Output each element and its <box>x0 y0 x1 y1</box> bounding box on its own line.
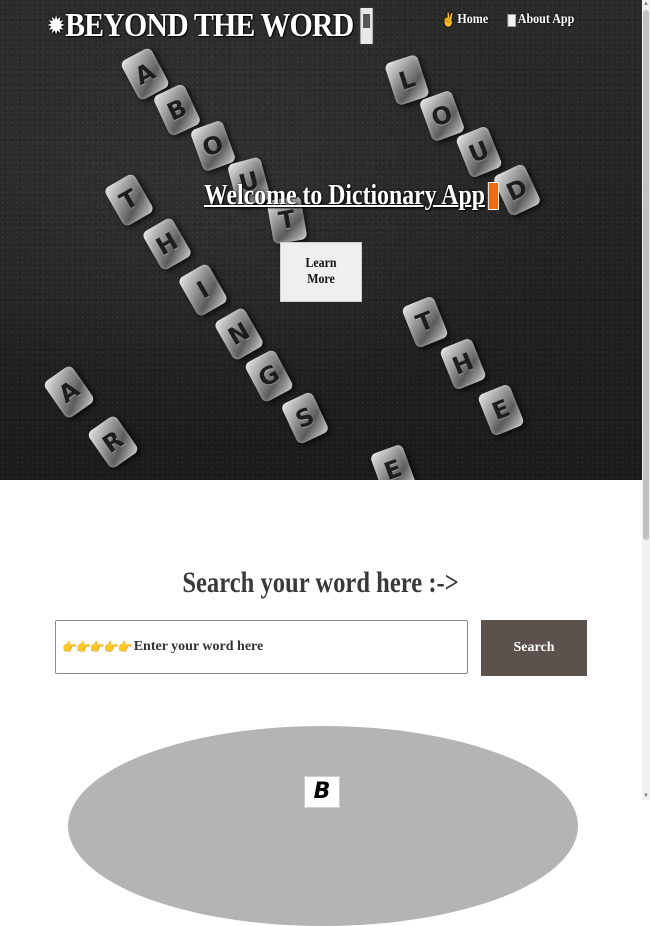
search-button[interactable]: Search <box>481 620 587 676</box>
app-logo-letter: B <box>313 779 331 804</box>
pointing-hands-icon: 👉👉👉👉👉 <box>62 639 133 654</box>
hero-banner: A B O U T L O U D T H I N G S T H E A R … <box>0 0 642 480</box>
nav-about-link[interactable]: About App <box>507 12 575 28</box>
hand-pointer-icon: ✌ <box>442 12 456 27</box>
brand-title: BEYOND THE WORD <box>65 7 354 44</box>
footer-ellipse <box>68 726 578 926</box>
orange-book-icon <box>487 182 499 210</box>
scroll-up-arrow-icon[interactable]: ▲ <box>642 0 650 8</box>
book-icon <box>507 13 517 27</box>
learn-more-label: Learn More <box>305 256 337 287</box>
scrollbar-thumb[interactable] <box>643 10 649 540</box>
search-title-text: Search your word here :-> <box>182 566 460 599</box>
app-logo-icon: B <box>304 776 340 808</box>
nav-home-link[interactable]: ✌ Home <box>442 12 488 28</box>
search-field[interactable]: 👉👉👉👉👉 <box>55 620 468 674</box>
search-title: Search your word here :-> <box>0 566 642 600</box>
search-input[interactable] <box>131 639 464 655</box>
burst-icon: ✹ <box>48 13 64 38</box>
welcome-heading: Welcome to Dictionary App <box>204 180 499 212</box>
top-nav: ✌ Home About App <box>438 12 580 28</box>
scroll-down-arrow-icon[interactable]: ▼ <box>642 792 650 800</box>
search-button-label: Search <box>513 640 555 655</box>
hero-texture <box>0 0 642 480</box>
phone-icon <box>358 6 375 46</box>
nav-about-label: About App <box>517 12 575 27</box>
learn-more-button[interactable]: Learn More <box>280 242 362 302</box>
brand-logo[interactable]: ✹ BEYOND THE WORD <box>48 4 375 48</box>
vertical-scrollbar[interactable]: ▲ ▼ <box>642 0 650 800</box>
welcome-text: Welcome to Dictionary App <box>204 180 485 211</box>
nav-home-label: Home <box>457 12 489 27</box>
